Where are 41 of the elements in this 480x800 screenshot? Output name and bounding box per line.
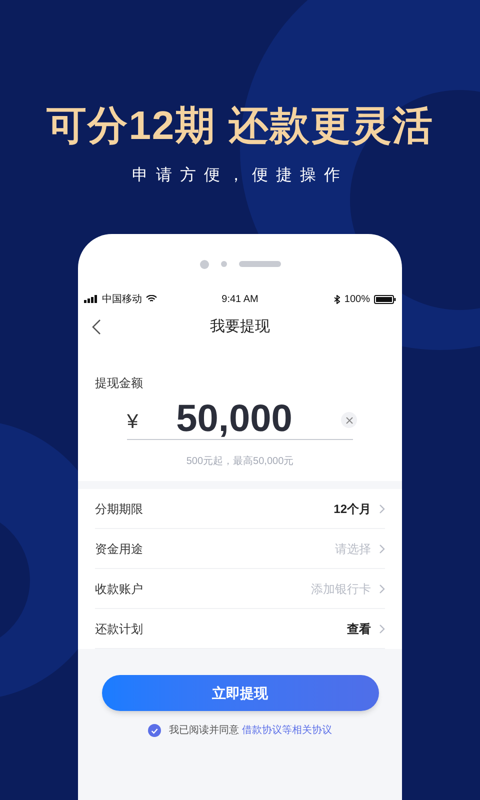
- check-icon: [151, 728, 158, 734]
- back-icon: [92, 319, 101, 335]
- signal-icon: [84, 295, 98, 303]
- chevron-right-icon: [379, 624, 385, 634]
- camera-icon: [200, 260, 208, 268]
- row-value: 添加银行卡: [311, 580, 371, 598]
- agree-checkbox[interactable]: [148, 724, 162, 737]
- row-value: 12个月: [334, 500, 371, 518]
- status-time: 9:41 AM: [220, 292, 260, 306]
- battery-percent: 100%: [344, 292, 370, 306]
- amount-input[interactable]: 50,000: [176, 399, 326, 439]
- close-icon: [346, 416, 352, 424]
- row-label: 还款计划: [95, 620, 144, 638]
- back-button[interactable]: [92, 319, 101, 335]
- headline: 可分12期 还款更灵活: [46, 103, 434, 150]
- agreement-text: 我已阅读并同意: [169, 725, 240, 736]
- sensor-icon: [220, 261, 226, 267]
- row-value: 请选择: [335, 540, 371, 558]
- subtitle: 申请方便，便捷操作: [132, 166, 348, 186]
- agreement-link[interactable]: 借款协议等相关协议: [242, 725, 332, 736]
- clear-button[interactable]: [341, 412, 357, 428]
- bluetooth-icon: [334, 294, 340, 304]
- settings-row[interactable]: 收款账户 添加银行卡: [95, 569, 385, 609]
- page-title: 我要提现: [210, 316, 270, 337]
- row-label: 分期期限: [95, 500, 144, 518]
- amount-hint: 500元起，最高50,000元: [185, 454, 295, 469]
- withdraw-button[interactable]: 立即提现: [102, 675, 378, 711]
- battery-icon: [374, 294, 396, 304]
- chevron-right-icon: [379, 504, 385, 514]
- row-label: 收款账户: [95, 580, 144, 598]
- wifi-icon: [146, 295, 157, 303]
- row-value: 查看: [347, 620, 371, 638]
- chevron-right-icon: [379, 544, 385, 554]
- settings-row[interactable]: 资金用途 请选择: [95, 529, 385, 569]
- chevron-right-icon: [379, 584, 385, 594]
- carrier-name: 中国移动: [102, 292, 142, 306]
- settings-row[interactable]: 分期期限 12个月: [95, 489, 385, 529]
- currency-symbol: ¥: [127, 410, 138, 435]
- speaker-icon: [238, 261, 280, 267]
- amount-label: 提现金额: [95, 375, 144, 392]
- row-label: 资金用途: [95, 540, 144, 558]
